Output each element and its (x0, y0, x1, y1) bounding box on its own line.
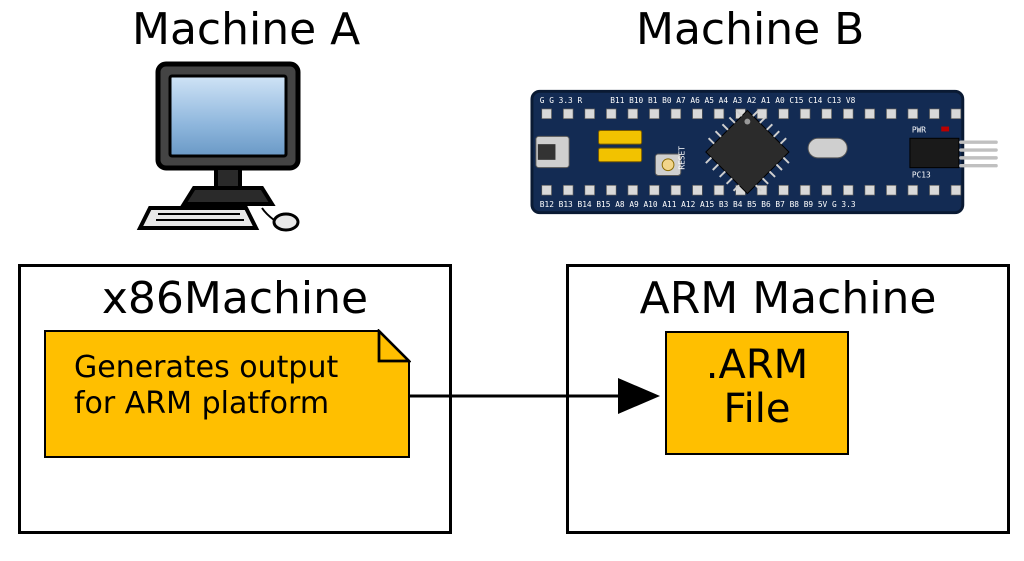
diagram-canvas: Machine A Machine B G G 3.3 R (0, 0, 1024, 561)
arrow-x86-to-arm (0, 0, 1024, 561)
